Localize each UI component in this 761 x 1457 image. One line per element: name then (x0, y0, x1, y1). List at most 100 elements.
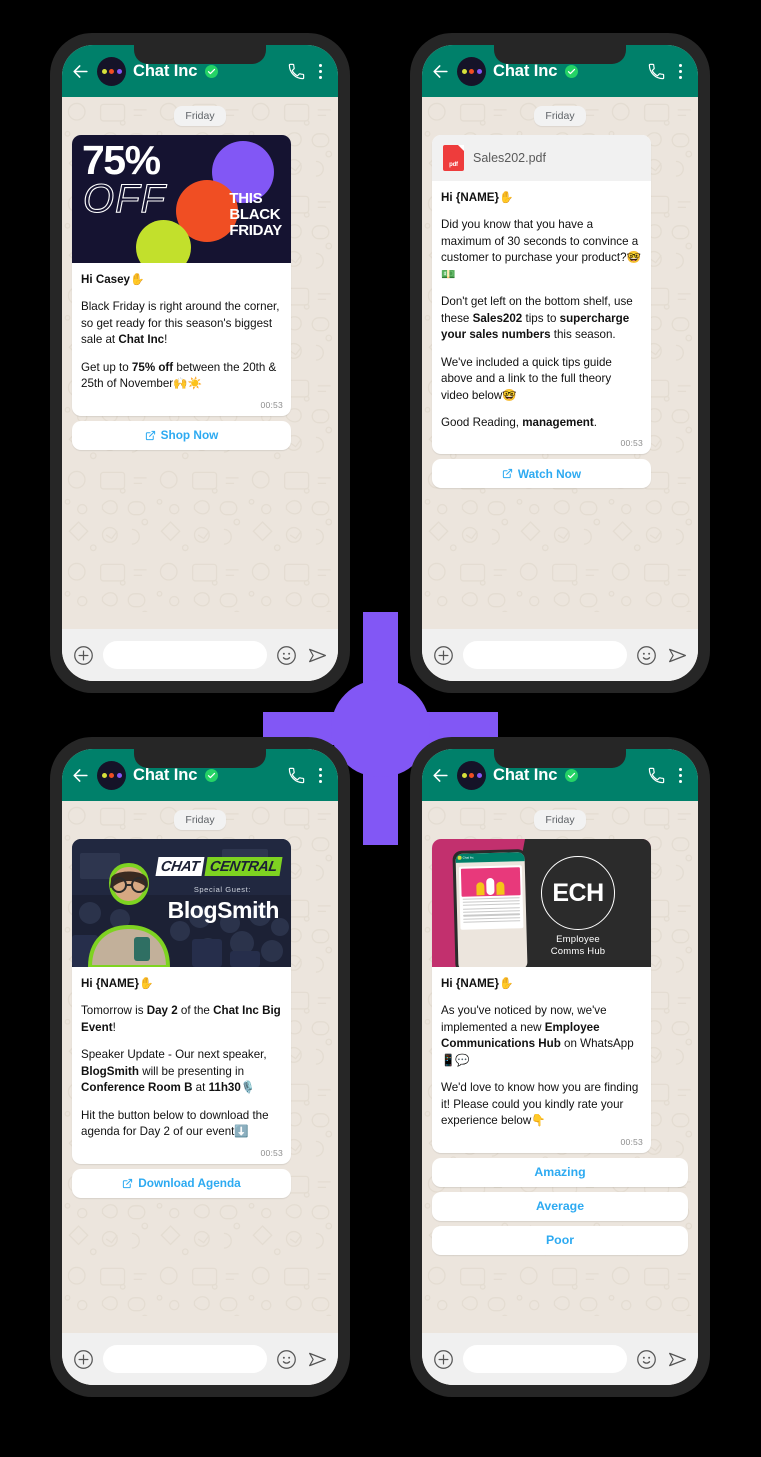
mockup-card (458, 864, 523, 930)
quick-reply-amazing[interactable]: Amazing (432, 1157, 688, 1187)
mockup-line (462, 903, 520, 907)
greeting-text: Hi {NAME} (441, 977, 499, 990)
send-arrow-icon[interactable] (666, 1349, 689, 1370)
chat-central-logo: CHAT CENTRAL (155, 857, 283, 876)
mockup-avatar-dot (457, 855, 462, 860)
pdf-file-icon: pdf (443, 145, 464, 171)
ech-subtitle-line-1: Employee (556, 934, 600, 945)
black-friday-creative: 75% OFF THIS BLACK FRIDAY (72, 135, 291, 263)
arrow-left-icon[interactable] (71, 62, 90, 81)
mockup-avatar-right (496, 881, 505, 895)
menu-dot (318, 75, 322, 79)
greeting-text: Hi {NAME} (441, 191, 499, 204)
message-input[interactable] (463, 641, 627, 669)
phone-screen: Chat Inc Friday 75% OFF THIS BLACK FRIDA… (62, 45, 338, 681)
attach-plus-icon[interactable] (73, 1349, 94, 1370)
arrow-left-icon[interactable] (431, 62, 450, 81)
paragraph-3: Hit the button below to download the age… (81, 1108, 269, 1139)
mockup-line (462, 906, 520, 910)
avatar-dot-purple (116, 772, 122, 778)
phone-call-icon[interactable] (287, 62, 306, 81)
message-input-bar (62, 1333, 338, 1385)
avatar-dot-purple (476, 68, 482, 74)
cta-download-agenda-button[interactable]: Download Agenda (72, 1168, 291, 1198)
chat-inc-avatar[interactable] (457, 56, 486, 86)
special-guest-label: Special Guest: (193, 885, 251, 894)
cta-watch-now-button[interactable]: Watch Now (432, 459, 651, 489)
attachment-file-name: Sales202.pdf (473, 151, 546, 165)
phone-mockup-sales-pdf: Chat Inc Friday pdf Sales202.pdf Hi {NAM… (410, 33, 710, 693)
emoji-smiley-icon[interactable] (636, 1349, 657, 1370)
overflow-menu-icon[interactable] (313, 766, 327, 785)
arrow-left-icon[interactable] (71, 766, 90, 785)
ech-acronym-badge: ECH (541, 856, 615, 930)
guest-name: BlogSmith (167, 897, 280, 923)
chat-inc-avatar[interactable] (97, 760, 126, 790)
emoji-smiley-icon[interactable] (276, 1349, 297, 1370)
phone-call-icon[interactable] (647, 62, 666, 81)
emoji-smiley-icon[interactable] (636, 645, 657, 666)
avatar-dot-orange (109, 68, 114, 74)
attach-plus-icon[interactable] (73, 645, 94, 666)
avatar-dot-orange (469, 772, 474, 778)
message-bubble: Chat Inc ECH Employee Comms Hub Hi {NAME… (432, 839, 651, 1153)
arrow-left-icon[interactable] (431, 766, 450, 785)
creative-tagline: THIS BLACK FRIDAY (229, 190, 282, 240)
paragraph-2: Get up to 75% off between the 20th & 25t… (81, 360, 277, 391)
message-timestamp: 00:53 (620, 438, 643, 449)
mockup-header: Chat Inc (454, 851, 525, 863)
screenshot-stage: Chat Inc Friday 75% OFF THIS BLACK FRIDA… (0, 0, 761, 1457)
message-bubble: pdf Sales202.pdf Hi {NAME}✋ Did you know… (432, 135, 651, 455)
chat-inc-avatar[interactable] (97, 56, 126, 86)
wave-emoji: ✋ (498, 977, 514, 990)
phone-screen: Chat Inc Friday (422, 45, 698, 681)
phone-call-icon[interactable] (647, 766, 666, 785)
overflow-menu-icon[interactable] (673, 62, 687, 81)
message-text: Hi Casey✋ Black Friday is right around t… (72, 263, 291, 397)
menu-dot (318, 767, 322, 771)
mockup-line (462, 920, 520, 924)
emoji-smiley-icon[interactable] (276, 645, 297, 666)
phone-mockup-black-friday: Chat Inc Friday 75% OFF THIS BLACK FRIDA… (50, 33, 350, 693)
message-input[interactable] (103, 641, 267, 669)
quick-reply-poor[interactable]: Poor (432, 1225, 688, 1255)
tagline-line-3: FRIDAY (229, 222, 282, 240)
wave-emoji: ✋ (138, 977, 154, 990)
verified-badge-icon (205, 768, 219, 782)
paragraph-3: We've included a quick tips guide above … (441, 355, 612, 402)
message-input[interactable] (463, 1345, 627, 1373)
phone-notch (494, 749, 626, 768)
menu-dot (678, 63, 682, 67)
contact-name[interactable]: Chat Inc (493, 62, 557, 81)
mockup-line (462, 900, 520, 903)
attach-plus-icon[interactable] (433, 645, 454, 666)
paragraph-1: As you've noticed by now, we've implemen… (441, 1004, 634, 1067)
chat-inc-avatar[interactable] (457, 760, 486, 790)
send-arrow-icon[interactable] (666, 645, 689, 666)
contact-name[interactable]: Chat Inc (133, 766, 197, 785)
overflow-menu-icon[interactable] (313, 62, 327, 81)
chat-thread: Friday pdf Sales202.pdf Hi {NAME}✋ Did y… (432, 106, 688, 489)
mockup-line (462, 917, 520, 920)
quick-reply-average[interactable]: Average (432, 1191, 688, 1221)
mockup-title: Chat Inc (462, 855, 474, 860)
cta-shop-now-button[interactable]: Shop Now (72, 420, 291, 450)
chat-message-area: Friday Chat Inc ECH Employee Comms Hub H… (422, 801, 698, 1333)
send-arrow-icon[interactable] (306, 1349, 329, 1370)
greeting-line: Hi {NAME}✋ (81, 976, 282, 992)
attach-plus-icon[interactable] (433, 1349, 454, 1370)
overflow-menu-icon[interactable] (673, 766, 687, 785)
pdf-attachment[interactable]: pdf Sales202.pdf (432, 135, 651, 181)
contact-name[interactable]: Chat Inc (493, 766, 557, 785)
message-input[interactable] (103, 1345, 267, 1373)
verified-badge-icon (565, 768, 579, 782)
chat-thread: Friday CHAT CENTRAL Special Guest: BlogS… (72, 810, 328, 1198)
phone-notch (494, 45, 626, 64)
phone-mockup-employee-comms-hub: Chat Inc Friday Chat Inc ECH Employee Co… (410, 737, 710, 1397)
contact-name[interactable]: Chat Inc (133, 62, 197, 81)
send-arrow-icon[interactable] (306, 645, 329, 666)
message-text: Hi {NAME}✋ Tomorrow is Day 2 of the Chat… (72, 967, 291, 1145)
menu-dot (678, 69, 682, 73)
phone-call-icon[interactable] (287, 766, 306, 785)
chat-message-area: Friday 75% OFF THIS BLACK FRIDAY Hi Case… (62, 97, 338, 629)
